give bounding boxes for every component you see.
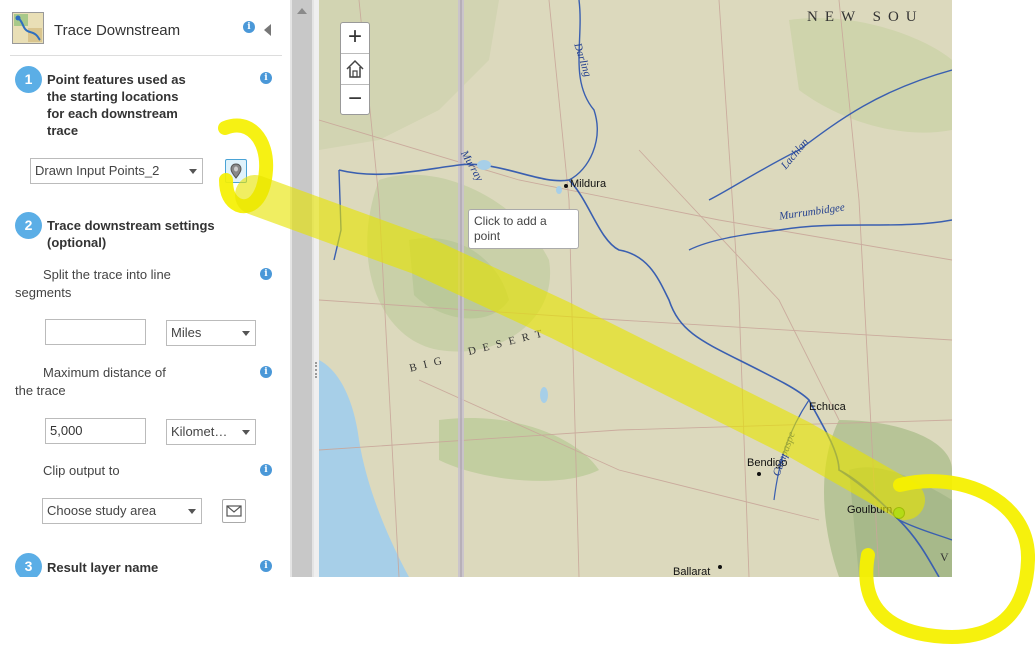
split-unit-select[interactable]: Miles: [166, 320, 256, 346]
zoom-in-button[interactable]: +: [341, 23, 369, 53]
draw-point-button[interactable]: [225, 159, 247, 183]
step-3-badge: 3: [15, 553, 42, 577]
header-divider: [10, 55, 282, 56]
step-1-info-icon[interactable]: i: [260, 72, 272, 84]
split-trace-label: Split the trace into line segments: [15, 267, 171, 300]
trace-tool-icon: [12, 12, 44, 44]
basemap: [319, 0, 952, 577]
step-2-badge: 2: [15, 212, 42, 239]
place-ballarat: Ballarat: [673, 566, 711, 577]
max-distance-info-icon[interactable]: i: [260, 366, 272, 378]
home-button[interactable]: [341, 54, 369, 84]
home-icon: [346, 59, 364, 78]
max-distance-label: Maximum distance of the trace: [15, 365, 166, 398]
step-2-title: Trace downstream settings (optional): [47, 218, 215, 250]
trace-downstream-panel: Trace Downstream i 1 Point features used…: [0, 0, 290, 577]
map-tooltip: Click to add a point: [468, 209, 579, 249]
panel-title: Trace Downstream: [54, 22, 181, 39]
clip-info-icon[interactable]: i: [260, 464, 272, 476]
split-distance-input[interactable]: [45, 319, 146, 345]
draw-study-area-button[interactable]: [222, 499, 246, 523]
zoom-out-button[interactable]: −: [341, 85, 369, 115]
map-view[interactable]: Mildura Echuca Bendigo Ballarat Goulburn…: [319, 0, 952, 577]
max-distance-unit-select[interactable]: Kilomet…: [166, 419, 256, 445]
ballarat-marker: [718, 565, 722, 569]
scrollbar-thumb[interactable]: [292, 0, 312, 577]
scroll-up-arrow-icon[interactable]: [297, 8, 307, 14]
step-3-title: Result layer name: [47, 560, 159, 575]
collapse-panel-icon[interactable]: [264, 24, 271, 36]
place-mildura: Mildura: [570, 178, 607, 190]
bendigo-marker: [757, 472, 761, 476]
step-1-badge: 1: [15, 66, 42, 93]
split-info-icon[interactable]: i: [260, 268, 272, 280]
map-pin-icon: [230, 163, 242, 179]
clip-output-label: Clip output to: [43, 463, 120, 478]
panel-header: Trace Downstream i: [0, 0, 290, 58]
study-area-select[interactable]: Choose study area: [42, 498, 202, 524]
input-layer-select[interactable]: Drawn Input Points_2: [30, 158, 203, 184]
place-goulburn: Goulburn: [847, 504, 893, 516]
max-distance-input[interactable]: 5,000: [45, 418, 146, 444]
panel-scrollbar[interactable]: [290, 0, 314, 577]
region-nsw: NEW SOU: [807, 9, 924, 25]
mildura-marker: [564, 184, 568, 188]
region-vic: V: [940, 550, 952, 564]
zoom-control: + −: [340, 22, 370, 115]
place-echuca: Echuca: [809, 401, 846, 413]
envelope-icon: [226, 505, 242, 517]
panel-info-icon[interactable]: i: [243, 21, 255, 33]
step-1-title: Point features used as the starting loca…: [47, 72, 186, 138]
step-3-info-icon[interactable]: i: [260, 560, 272, 572]
input-point-marker[interactable]: [893, 507, 905, 519]
